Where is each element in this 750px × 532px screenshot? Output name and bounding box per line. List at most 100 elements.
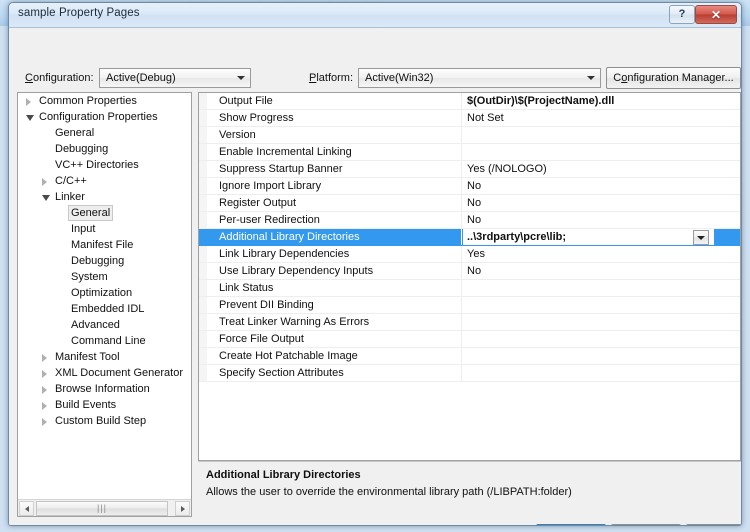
property-row[interactable]: Use Library Dependency Inputs No — [199, 263, 740, 280]
column-splitter[interactable] — [461, 195, 462, 211]
property-row[interactable]: Link Library Dependencies Yes — [199, 246, 740, 263]
property-value[interactable]: ..\3rdparty\pcre\lib; — [463, 229, 714, 245]
platform-combobox[interactable]: Active(Win32) — [358, 68, 601, 88]
row-gutter — [199, 212, 207, 228]
tree-item-custom-build-step[interactable]: Custom Build Step — [18, 413, 191, 429]
expander-closed-icon[interactable] — [26, 98, 31, 106]
property-row[interactable]: Prevent DII Binding — [199, 297, 740, 314]
tree-item-xml-document-generator[interactable]: XML Document Generator — [18, 365, 191, 381]
property-row[interactable]: Specify Section Attributes — [199, 365, 740, 382]
column-splitter[interactable] — [461, 93, 462, 109]
row-gutter — [199, 144, 207, 160]
tree-item-input[interactable]: Input — [18, 221, 191, 237]
column-splitter[interactable] — [461, 246, 462, 262]
column-splitter[interactable] — [461, 297, 462, 313]
column-splitter[interactable] — [461, 280, 462, 296]
tree-item-system[interactable]: System — [18, 269, 191, 285]
property-row[interactable]: Create Hot Patchable Image — [199, 348, 740, 365]
property-row[interactable]: Show Progress Not Set — [199, 110, 740, 127]
property-row[interactable]: Force File Output — [199, 331, 740, 348]
dialog-title-bar[interactable]: sample Property Pages ? ✕ — [9, 3, 741, 28]
tree-item-vc-directories[interactable]: VC++ Directories — [18, 157, 191, 173]
column-splitter[interactable] — [461, 144, 462, 160]
configuration-manager-label: Configuration Manager... — [613, 72, 734, 84]
tree-item-manifest-file[interactable]: Manifest File — [18, 237, 191, 253]
property-row[interactable]: Ignore Import Library No — [199, 178, 740, 195]
property-tree[interactable]: Common Properties Configuration Propertie… — [18, 93, 191, 497]
column-splitter[interactable] — [461, 212, 462, 228]
property-row[interactable]: Link Status — [199, 280, 740, 297]
cancel-button[interactable]: Cancel — [611, 524, 681, 525]
property-name: Treat Linker Warning As Errors — [219, 316, 370, 328]
tree-item-linker[interactable]: Linker — [18, 189, 191, 205]
expander-closed-icon[interactable] — [42, 418, 47, 426]
tree-item-label: XML Document Generator — [55, 367, 183, 379]
tree-item-label: Input — [71, 223, 96, 235]
expander-open-icon[interactable] — [42, 195, 50, 201]
column-splitter[interactable] — [461, 178, 462, 194]
property-value: No — [467, 180, 482, 192]
property-row[interactable]: Additional Library Directories ..\3rdpart… — [199, 229, 740, 246]
tree-item-build-events[interactable]: Build Events — [18, 397, 191, 413]
property-row[interactable]: Treat Linker Warning As Errors — [199, 314, 740, 331]
row-gutter — [199, 263, 207, 279]
column-splitter[interactable] — [461, 348, 462, 364]
property-row[interactable]: Per-user Redirection No — [199, 212, 740, 229]
property-row[interactable]: Version — [199, 127, 740, 144]
tree-item-general[interactable]: General — [18, 205, 191, 221]
expander-closed-icon[interactable] — [42, 370, 47, 378]
property-grid[interactable]: Output File $(OutDir)\$(ProjectName).dll S… — [199, 93, 740, 382]
ok-button[interactable]: OK — [536, 524, 606, 525]
property-row[interactable]: Register Output No — [199, 195, 740, 212]
scroll-left-icon[interactable] — [19, 501, 34, 516]
expander-open-icon[interactable] — [26, 115, 34, 121]
tree-item-embedded-idl[interactable]: Embedded IDL — [18, 301, 191, 317]
expander-closed-icon[interactable] — [42, 386, 47, 394]
property-name: Specify Section Attributes — [219, 367, 344, 379]
platform-value: Active(Win32) — [365, 72, 434, 84]
expander-closed-icon[interactable] — [42, 354, 47, 362]
help-button[interactable]: ? — [669, 5, 695, 24]
tree-item-command-line[interactable]: Command Line — [18, 333, 191, 349]
scroll-right-icon[interactable] — [175, 501, 190, 516]
tree-item-label: Browse Information — [55, 383, 150, 395]
tree-item-debugging[interactable]: Debugging — [18, 253, 191, 269]
tree-item-c-c[interactable]: C/C++ — [18, 173, 191, 189]
tree-item-debugging[interactable]: Debugging — [18, 141, 191, 157]
expander-closed-icon[interactable] — [42, 178, 47, 186]
column-splitter[interactable] — [461, 110, 462, 126]
tree-item-common-properties[interactable]: Common Properties — [18, 93, 191, 109]
description-title: Additional Library Directories — [206, 469, 361, 481]
property-value: No — [467, 214, 482, 226]
tree-item-configuration-properties[interactable]: Configuration Properties — [18, 109, 191, 125]
apply-button[interactable]: Apply — [686, 524, 741, 525]
column-splitter[interactable] — [461, 263, 462, 279]
property-row[interactable]: Output File $(OutDir)\$(ProjectName).dll — [199, 93, 740, 110]
close-button[interactable]: ✕ — [695, 5, 737, 24]
column-splitter[interactable] — [461, 314, 462, 330]
value-dropdown-button[interactable] — [693, 230, 709, 245]
configuration-label: Configuration: — [25, 72, 94, 84]
row-gutter — [199, 280, 207, 296]
property-row[interactable]: Suppress Startup Banner Yes (/NOLOGO) — [199, 161, 740, 178]
column-splitter[interactable] — [461, 365, 462, 381]
property-name: Suppress Startup Banner — [219, 163, 343, 175]
property-value: No — [467, 265, 482, 277]
configuration-combobox[interactable]: Active(Debug) — [99, 68, 251, 88]
tree-item-browse-information[interactable]: Browse Information — [18, 381, 191, 397]
expander-closed-icon[interactable] — [42, 402, 47, 410]
tree-item-advanced[interactable]: Advanced — [18, 317, 191, 333]
column-splitter[interactable] — [461, 229, 462, 245]
scrollbar-thumb[interactable]: ||| — [36, 501, 168, 516]
tree-horizontal-scrollbar[interactable]: ||| — [18, 499, 191, 516]
tree-item-manifest-tool[interactable]: Manifest Tool — [18, 349, 191, 365]
tree-item-optimization[interactable]: Optimization — [18, 285, 191, 301]
configuration-manager-button[interactable]: Configuration Manager... — [606, 67, 741, 89]
property-name: Link Library Dependencies — [219, 248, 350, 260]
column-splitter[interactable] — [461, 127, 462, 143]
tree-item-general[interactable]: General — [18, 125, 191, 141]
property-row[interactable]: Enable Incremental Linking — [199, 144, 740, 161]
column-splitter[interactable] — [461, 161, 462, 177]
column-splitter[interactable] — [461, 331, 462, 347]
property-name: Force File Output — [219, 333, 304, 345]
